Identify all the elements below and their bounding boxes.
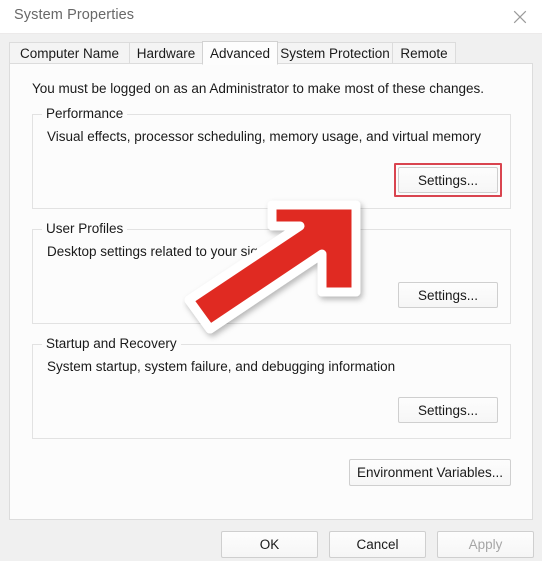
startup-recovery-description: System startup, system failure, and debu…: [47, 359, 396, 374]
tab-strip: Computer Name Hardware Advanced System P…: [9, 41, 533, 65]
user-profiles-description: Desktop settings related to your sign-in: [47, 244, 281, 259]
performance-group: Performance Visual effects, processor sc…: [32, 106, 511, 209]
user-profiles-group: User Profiles Desktop settings related t…: [32, 221, 511, 324]
apply-button: Apply: [437, 531, 534, 558]
tab-label: Advanced: [209, 45, 271, 61]
tab-computer-name[interactable]: Computer Name: [9, 42, 130, 64]
button-label: Cancel: [356, 537, 399, 552]
close-icon: [513, 10, 526, 23]
tab-advanced[interactable]: Advanced: [202, 41, 278, 65]
button-label: Environment Variables...: [356, 465, 504, 480]
close-button[interactable]: [497, 0, 542, 33]
user-profiles-group-title: User Profiles: [42, 221, 128, 236]
performance-group-title: Performance: [42, 106, 128, 121]
advanced-tab-panel: You must be logged on as an Administrato…: [9, 63, 533, 520]
window-title: System Properties: [14, 7, 135, 23]
button-label: Apply: [468, 537, 503, 552]
performance-settings-button[interactable]: Settings...: [398, 167, 498, 193]
tab-label: Computer Name: [19, 45, 120, 61]
user-profiles-settings-button[interactable]: Settings...: [398, 282, 498, 308]
tab-hardware[interactable]: Hardware: [129, 42, 203, 64]
performance-description: Visual effects, processor scheduling, me…: [47, 129, 481, 144]
tab-label: Hardware: [136, 45, 196, 61]
tab-system-protection[interactable]: System Protection: [277, 42, 393, 64]
system-properties-window: System Properties Computer Name Hardware…: [0, 0, 542, 561]
tab-label: System Protection: [280, 45, 390, 61]
button-label: Settings...: [417, 287, 479, 303]
startup-recovery-settings-button[interactable]: Settings...: [398, 397, 498, 423]
title-bar: System Properties: [0, 0, 542, 34]
startup-recovery-group-title: Startup and Recovery: [42, 336, 181, 351]
ok-button[interactable]: OK: [221, 531, 318, 558]
cancel-button[interactable]: Cancel: [329, 531, 426, 558]
button-label: Settings...: [417, 172, 479, 188]
environment-variables-button[interactable]: Environment Variables...: [349, 459, 511, 486]
button-label: OK: [259, 537, 280, 552]
tab-remote[interactable]: Remote: [392, 42, 456, 64]
administrator-notice: You must be logged on as an Administrato…: [32, 81, 485, 96]
button-label: Settings...: [417, 402, 479, 418]
startup-recovery-group: Startup and Recovery System startup, sys…: [32, 336, 511, 439]
tab-label: Remote: [400, 45, 448, 61]
